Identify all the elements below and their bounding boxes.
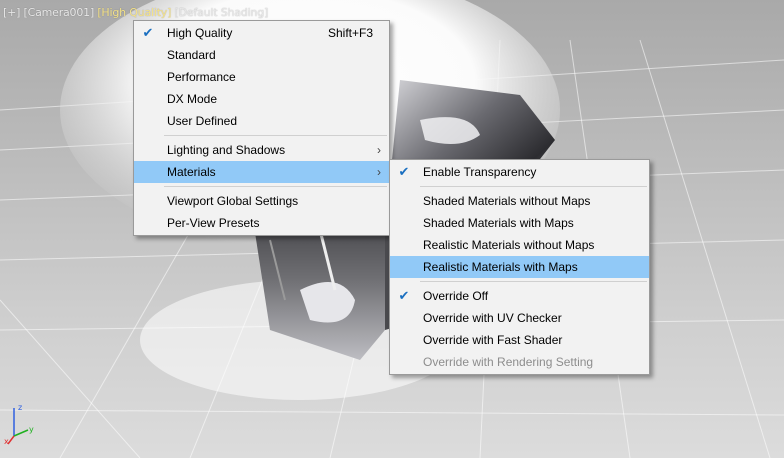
menu-item-label: Performance	[167, 70, 236, 84]
viewport-menu-quality[interactable]: [High Quality]	[97, 6, 171, 19]
menu-item-label: Standard	[167, 48, 216, 62]
menu-item-shaded-without-maps[interactable]: Shaded Materials without Maps	[390, 190, 649, 212]
viewport-menu-camera[interactable]: [Camera001]	[24, 6, 95, 19]
menu-item-per-view-presets[interactable]: Per-View Presets	[134, 212, 389, 234]
menu-item-shortcut: Shift+F3	[327, 26, 373, 40]
menu-item-override-uv-checker[interactable]: Override with UV Checker	[390, 307, 649, 329]
menu-item-viewport-global-settings[interactable]: Viewport Global Settings	[134, 190, 389, 212]
menu-item-shaded-with-maps[interactable]: Shaded Materials with Maps	[390, 212, 649, 234]
menu-item-label: Materials	[167, 165, 216, 179]
submenu-arrow-icon: ›	[377, 143, 381, 157]
menu-item-label: Override with Fast Shader	[423, 333, 563, 347]
menu-item-standard[interactable]: Standard	[134, 44, 389, 66]
menu-item-label: High Quality	[167, 26, 233, 40]
menu-item-label: Viewport Global Settings	[167, 194, 299, 208]
submenu-arrow-icon: ›	[377, 165, 381, 179]
quality-menu: ✔ High Quality Shift+F3 Standard Perform…	[133, 20, 390, 236]
menu-item-label: Shaded Materials without Maps	[423, 194, 591, 208]
menu-item-realistic-without-maps[interactable]: Realistic Materials without Maps	[390, 234, 649, 256]
menu-item-label: Realistic Materials without Maps	[423, 238, 595, 252]
menu-item-label: Enable Transparency	[423, 165, 537, 179]
axis-tripod-icon: z y x	[4, 403, 34, 446]
checkmark-icon: ✔	[398, 288, 410, 303]
menu-separator	[164, 186, 387, 187]
svg-text:z: z	[18, 403, 22, 412]
menu-item-label: Shaded Materials with Maps	[423, 216, 574, 230]
menu-item-label: Lighting and Shadows	[167, 143, 286, 157]
menu-item-label: Realistic Materials with Maps	[423, 260, 578, 274]
menu-item-label: Per-View Presets	[167, 216, 260, 230]
menu-item-materials[interactable]: Materials ›	[134, 161, 389, 183]
menu-item-label: Override Off	[423, 289, 489, 303]
menu-item-label: DX Mode	[167, 92, 218, 106]
viewport-menu-shading[interactable]: [Default Shading]	[175, 6, 269, 19]
menu-item-high-quality[interactable]: ✔ High Quality Shift+F3	[134, 22, 389, 44]
viewport-label[interactable]: [+] [Camera001] [High Quality] [Default …	[3, 5, 268, 21]
materials-submenu: ✔ Enable Transparency Shaded Materials w…	[389, 159, 650, 375]
viewport-menu-plus[interactable]: [+]	[3, 6, 20, 19]
svg-text:x: x	[4, 437, 9, 446]
menu-item-label: User Defined	[167, 114, 238, 128]
menu-item-realistic-with-maps[interactable]: Realistic Materials with Maps	[390, 256, 649, 278]
menu-item-lighting-and-shadows[interactable]: Lighting and Shadows ›	[134, 139, 389, 161]
checkmark-icon: ✔	[142, 25, 154, 40]
checkmark-icon: ✔	[398, 164, 410, 179]
menu-separator	[164, 135, 387, 136]
menu-separator	[420, 186, 647, 187]
menu-item-dx-mode[interactable]: DX Mode	[134, 88, 389, 110]
menu-item-label: Override with UV Checker	[423, 311, 562, 325]
menu-item-override-off[interactable]: ✔ Override Off	[390, 285, 649, 307]
menu-item-performance[interactable]: Performance	[134, 66, 389, 88]
menu-separator	[420, 281, 647, 282]
menu-item-override-fast-shader[interactable]: Override with Fast Shader	[390, 329, 649, 351]
menu-item-enable-transparency[interactable]: ✔ Enable Transparency	[390, 161, 649, 183]
menu-item-user-defined[interactable]: User Defined	[134, 110, 389, 132]
svg-text:y: y	[29, 425, 34, 434]
menu-item-override-rendering-setting: Override with Rendering Setting	[390, 351, 649, 373]
menu-item-label: Override with Rendering Setting	[423, 355, 594, 369]
